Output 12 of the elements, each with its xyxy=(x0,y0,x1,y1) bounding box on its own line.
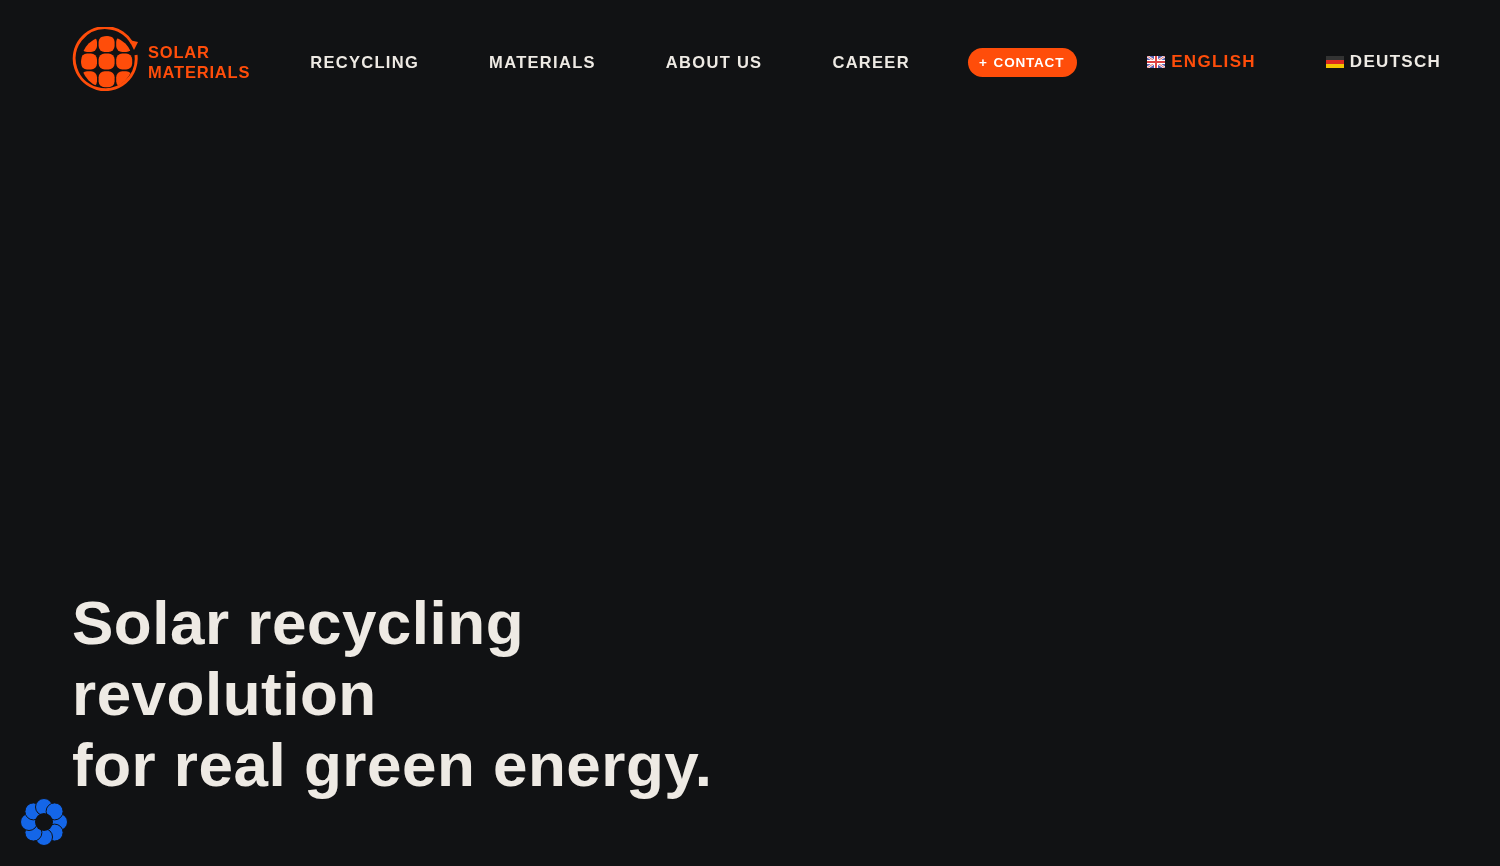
language-link[interactable]: DEUTSCH xyxy=(1325,52,1442,72)
nav-link[interactable]: RECYCLING xyxy=(310,52,420,72)
logo-text: SOLAR MATERIALS xyxy=(148,42,251,82)
cookie-settings-icon[interactable] xyxy=(20,798,68,846)
uk-flag-icon xyxy=(1147,56,1166,68)
company-logo[interactable]: SOLAR MATERIALS xyxy=(72,27,251,97)
hero-headline: Solar recycling revolution for real green energy. xyxy=(72,587,714,800)
nav-link[interactable]: CAREER xyxy=(832,52,910,72)
language-link[interactable]: ENGLISH xyxy=(1147,52,1256,72)
nav-link[interactable]: MATERIALS xyxy=(489,52,596,72)
nav-link[interactable]: ABOUT US xyxy=(665,52,763,72)
german-flag-icon xyxy=(1325,56,1344,68)
